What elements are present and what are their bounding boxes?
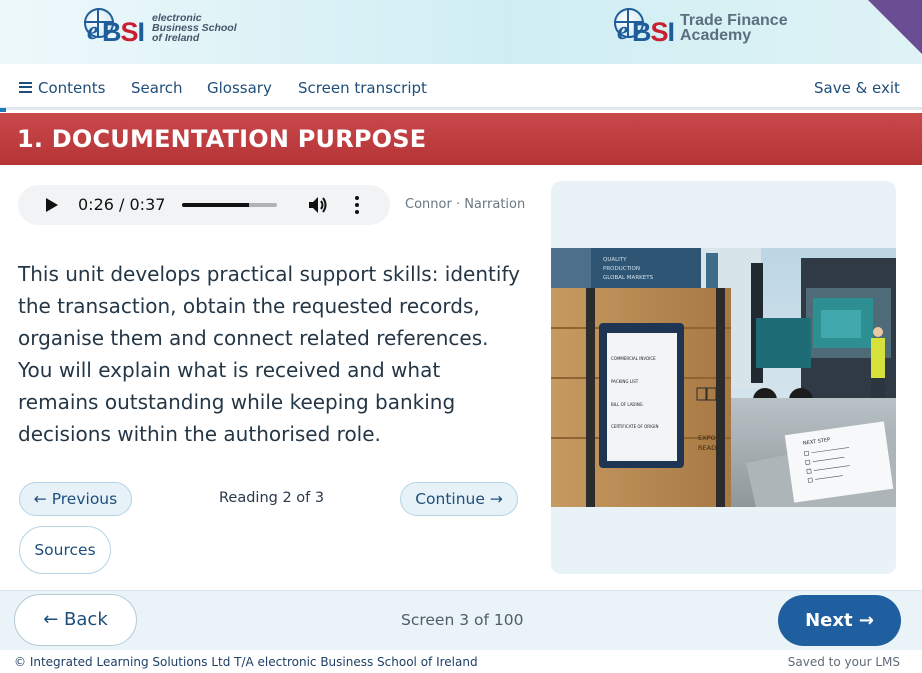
sign-line-1: QUALITY [603,257,627,263]
sign-line-2: PRODUCTION [603,266,640,272]
image-panel: QUALITY PRODUCTION GLOBAL MARKETS COMMER… [551,181,896,574]
nav-contents-label: Contents [38,79,106,97]
academy-name-1: Trade Finance [680,12,788,29]
academy-name-2: Academy [680,27,752,44]
sources-button[interactable]: Sources [19,526,111,574]
menu-icon [19,79,32,95]
audio-time: 0:26 / 0:37 [78,195,166,214]
doc-label-2: PACKING LIST [611,379,639,384]
volume-icon[interactable] [308,196,328,214]
audio-progress-bar[interactable] [182,203,277,207]
screen-counter: Screen 3 of 100 [401,611,524,629]
corner-decoration [868,0,922,54]
footer-bar: ← Back Screen 3 of 100 Next → [0,590,922,650]
audio-player: 0:26 / 0:37 [18,185,390,225]
back-button[interactable]: ← Back [14,594,137,646]
nav-active-indicator [0,108,6,112]
title-bar: 1. DOCUMENTATION PURPOSE [0,113,922,165]
crate-label-1: EXPORT [698,434,724,442]
ebsi-logo: e BSI electronic Business School of Irel… [84,8,237,48]
logo-tagline-3: of Ireland [152,32,200,44]
sign-line-3: GLOBAL MARKETS [603,275,654,281]
saved-status: Saved to your LMS [787,655,900,669]
save-exit-button[interactable]: Save & exit [814,79,900,97]
nav-screen-transcript[interactable]: Screen transcript [298,79,427,97]
top-nav: Contents Search Glossary Screen transcri… [0,64,922,112]
doc-label-4: CERTIFICATE OF ORIGIN [611,424,658,429]
reading-indicator: Reading 2 of 3 [219,490,325,506]
ebsi-globe-icon: e BSI [84,8,154,48]
next-button[interactable]: Next → [778,595,901,646]
doc-label-1: COMMERCIAL INVOICE [611,356,656,361]
trade-finance-academy-logo: e BSI Trade Finance Academy [614,8,788,48]
body-text: This unit develops practical support ski… [18,262,520,446]
nav-contents[interactable]: Contents [19,79,105,97]
more-options-icon[interactable] [355,196,359,217]
crate-label-2: READY [698,444,720,452]
continue-button[interactable]: Continue → [400,482,518,516]
narration-label: Connor · Narration [405,197,526,212]
doc-label-3: BILL OF LADING [611,402,643,407]
previous-button[interactable]: ← Previous [19,482,132,516]
header-banner: e BSI electronic Business School of Irel… [0,0,922,64]
nav-search[interactable]: Search [131,79,183,97]
ebsi-globe-icon: e BSI [614,8,684,48]
play-icon[interactable] [46,198,58,212]
copyright-text: © Integrated Learning Solutions Ltd T/A … [14,655,478,669]
warehouse-photo: QUALITY PRODUCTION GLOBAL MARKETS COMMER… [551,248,896,507]
nav-glossary[interactable]: Glossary [207,79,272,97]
page-title: 1. DOCUMENTATION PURPOSE [17,125,427,153]
